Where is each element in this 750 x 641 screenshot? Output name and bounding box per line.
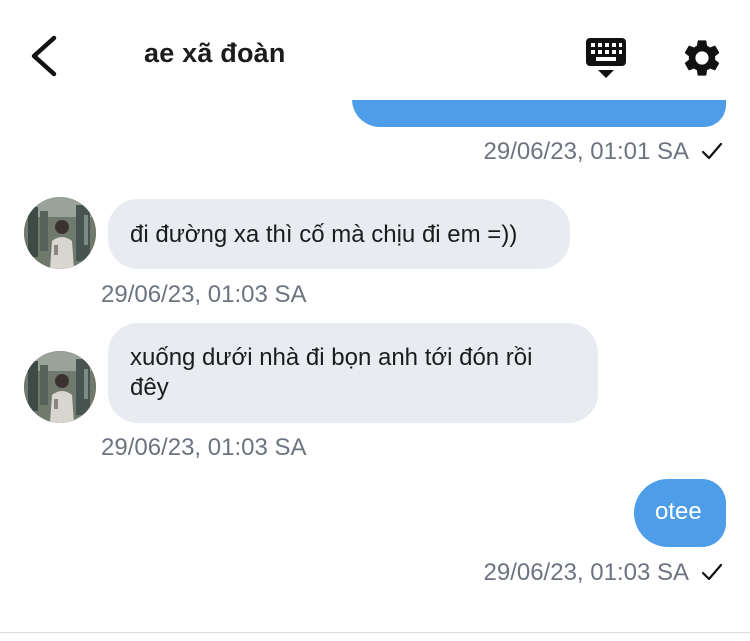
message-timestamp: 29/06/23, 01:03 SA <box>101 281 307 308</box>
sender-avatar[interactable] <box>24 351 96 423</box>
keyboard-button[interactable] <box>584 36 628 80</box>
chat-title: ae xã đoàn <box>144 38 286 68</box>
message-text: xuống dưới nhà đi bọn anh tới đón rồi đê… <box>130 344 533 401</box>
gear-icon <box>684 40 720 76</box>
chat-header: ae xã đoàn <box>0 0 750 100</box>
message-text: đi đường xa thì cố mà chịu đi em =)) <box>130 221 518 248</box>
chevron-left-icon <box>31 35 57 77</box>
message-timestamp: 29/06/23, 01:01 SA <box>483 138 690 165</box>
check-icon <box>701 142 723 160</box>
outgoing-message-bubble[interactable]: otee <box>634 479 726 547</box>
message-text: otee <box>655 498 702 525</box>
keyboard-icon <box>586 38 626 78</box>
back-button[interactable] <box>26 32 66 80</box>
check-icon <box>701 563 723 581</box>
message-timestamp: 29/06/23, 01:03 SA <box>101 434 307 461</box>
settings-button[interactable] <box>680 36 724 80</box>
message-timestamp: 29/06/23, 01:03 SA <box>483 559 690 586</box>
divider <box>0 632 750 633</box>
incoming-message-bubble[interactable]: đi đường xa thì cố mà chịu đi em =)) <box>108 199 570 269</box>
incoming-message-bubble[interactable]: xuống dưới nhà đi bọn anh tới đón rồi đê… <box>108 323 598 423</box>
sender-avatar[interactable] <box>24 197 96 269</box>
